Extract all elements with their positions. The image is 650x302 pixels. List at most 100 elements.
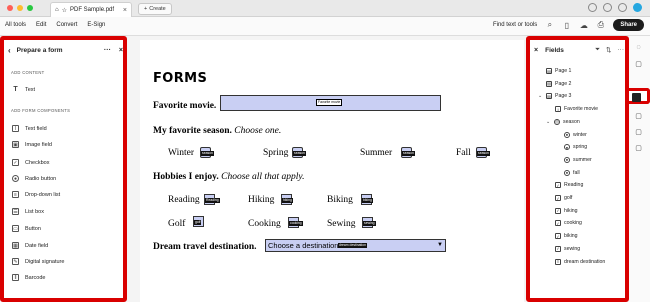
field-tree-item[interactable]: ▤ Page 2 (546, 80, 572, 87)
field-tree-item[interactable]: ● spring (564, 144, 587, 151)
maximize-window-button[interactable] (27, 5, 33, 11)
prepare-form-tool-button[interactable] (629, 88, 650, 104)
field-name-tag: cooking (289, 221, 303, 226)
section-add-content: ADD CONTENT (11, 70, 45, 75)
component-item[interactable]: ▣ Image field (12, 141, 52, 148)
share-button[interactable]: Share (613, 19, 644, 31)
hobby-checkbox[interactable]: sewing (362, 217, 376, 228)
dream-destination-dropdown[interactable]: Choose a destination dream destination ▼ (265, 239, 446, 252)
hobby-checkbox[interactable]: biking (361, 194, 373, 205)
star-icon[interactable]: ☆ (62, 7, 67, 14)
top-toolbar: Find text or tools ⌕ ▯ ☁ ⎙ Share (493, 19, 644, 31)
field-name-tag: Reading (205, 198, 220, 203)
component-item[interactable]: ▭ Button (12, 225, 41, 232)
component-item[interactable]: ✎ Digital signature (12, 258, 64, 265)
close-window-button[interactable] (7, 5, 13, 11)
menu-item[interactable]: Convert (56, 22, 77, 28)
field-tree-item[interactable]: ✓ Reading (555, 182, 583, 189)
question-hobbies: Hobbies I enjoy. Choose all that apply. (153, 172, 305, 182)
field-tree-item[interactable]: ⌄ ▤ Page 3 (538, 93, 571, 100)
home-icon[interactable]: ⌂ (55, 7, 59, 13)
print-icon[interactable]: ⎙ (596, 20, 605, 30)
checkbox-icon: ✓ (555, 233, 561, 240)
close-icon[interactable]: × (534, 47, 538, 54)
season-radio-button[interactable]: season (200, 147, 214, 158)
hobby-checkbox[interactable]: hiking (281, 194, 293, 205)
back-icon[interactable]: ‹ (8, 46, 11, 55)
create-button[interactable]: + Create (138, 3, 172, 15)
component-item[interactable]: I Text field (12, 125, 47, 132)
close-icon[interactable]: × (119, 47, 123, 54)
component-item[interactable]: ‖ Barcode (12, 274, 46, 281)
section-add-form-components: ADD FORM COMPONENTS (11, 108, 71, 113)
apps-icon[interactable] (618, 3, 627, 12)
dropdown-list-icon: ≡ (12, 191, 19, 198)
menu-item[interactable]: Edit (36, 22, 46, 28)
dropdown-value: Choose a destination (268, 241, 339, 250)
field-tree-item[interactable]: ✓ hiking (555, 207, 578, 214)
menu-item[interactable]: E-Sign (87, 22, 105, 28)
find-text-label[interactable]: Find text or tools (493, 22, 537, 28)
field-tree-item[interactable]: I Favorite movie (555, 106, 598, 113)
radio-button-icon: ● (564, 169, 570, 176)
pages-icon[interactable]: ▢ (633, 126, 644, 137)
hobby-checkbox[interactable]: Reading (204, 194, 220, 205)
component-item-label: Date field (25, 242, 49, 249)
sort-icon[interactable]: ⇅ (606, 46, 611, 54)
hobby-checkbox[interactable]: golf (193, 216, 204, 227)
component-item[interactable]: ● Radio button (12, 175, 56, 182)
field-tree-item[interactable]: ✓ sewing (555, 245, 580, 252)
notifications-icon[interactable] (603, 3, 612, 12)
field-tree-item[interactable]: ≡ dream destination (555, 258, 605, 265)
chevron-down-icon[interactable]: ▼ (437, 240, 443, 251)
page-icon: ▤ (546, 93, 552, 100)
text-tool-icon: T (13, 86, 18, 93)
more-options-icon[interactable]: ··· (618, 46, 625, 54)
more-options-icon[interactable]: ··· (104, 47, 111, 54)
field-tree-item[interactable]: ● summer (564, 156, 592, 163)
field-tree-item[interactable]: ✓ cooking (555, 220, 582, 227)
upload-icon[interactable]: ☁ (579, 21, 588, 30)
bookmark-icon[interactable]: ▯ (562, 21, 571, 30)
radio-group-icon: ◎ (554, 118, 560, 125)
menu-item[interactable]: All tools (5, 22, 26, 28)
minimize-window-button[interactable] (17, 5, 23, 11)
comment-icon[interactable]: ◌ (633, 42, 644, 53)
component-item[interactable]: ☰ List box (12, 208, 44, 215)
chevron-down-icon[interactable]: ⌄ (546, 119, 551, 125)
chevron-down-icon[interactable]: ⌄ (538, 93, 543, 99)
acrobat-window: ⌂ ☆ PDF Sample.pdf × + Create All tools E… (0, 0, 650, 302)
season-radio-button[interactable]: season (476, 147, 490, 158)
component-item[interactable]: ✓ Checkbox (12, 159, 49, 166)
document-tab[interactable]: ⌂ ☆ PDF Sample.pdf × (50, 2, 132, 17)
tools-icon[interactable]: ▢ (633, 142, 644, 153)
hobby-option-label: Reading (168, 195, 200, 205)
edit-icon[interactable]: ▢ (633, 58, 644, 69)
field-tree-item[interactable]: ⌄ ◎ season (546, 118, 580, 125)
hobby-checkbox[interactable]: cooking (288, 217, 303, 228)
field-tree-label: golf (564, 195, 573, 201)
favorite-movie-field[interactable]: Favorite movie (220, 95, 441, 111)
fields-header-actions: ⏷ ⇅ ··· (595, 46, 624, 54)
fields-title: Fields (545, 46, 564, 54)
help-icon[interactable] (588, 3, 597, 12)
component-item[interactable]: ▦ Date field (12, 242, 48, 249)
component-item[interactable]: ≡ Drop-down list (12, 191, 60, 198)
field-tree-label: Page 2 (555, 80, 572, 87)
content-item[interactable]: T Text (12, 86, 35, 93)
field-tree-item[interactable]: ✓ golf (555, 195, 572, 201)
field-tree-item[interactable]: ● fall (564, 169, 580, 176)
season-radio-button[interactable]: season (292, 147, 306, 158)
title-bar-icons (588, 3, 642, 12)
search-icon[interactable]: ⌕ (545, 20, 554, 30)
field-name-tag: season (201, 151, 214, 156)
sign-icon[interactable]: ▢ (633, 110, 644, 121)
avatar[interactable] (633, 3, 642, 12)
close-tab-icon[interactable]: × (123, 7, 127, 14)
field-tree-label: biking (564, 233, 578, 240)
field-tree-item[interactable]: ✓ biking (555, 233, 578, 240)
field-tree-item[interactable]: ● winter (564, 131, 587, 138)
field-tree-item[interactable]: ▤ Page 1 (546, 68, 571, 74)
filter-icon[interactable]: ⏷ (595, 46, 600, 54)
season-radio-button[interactable]: season (401, 147, 415, 158)
